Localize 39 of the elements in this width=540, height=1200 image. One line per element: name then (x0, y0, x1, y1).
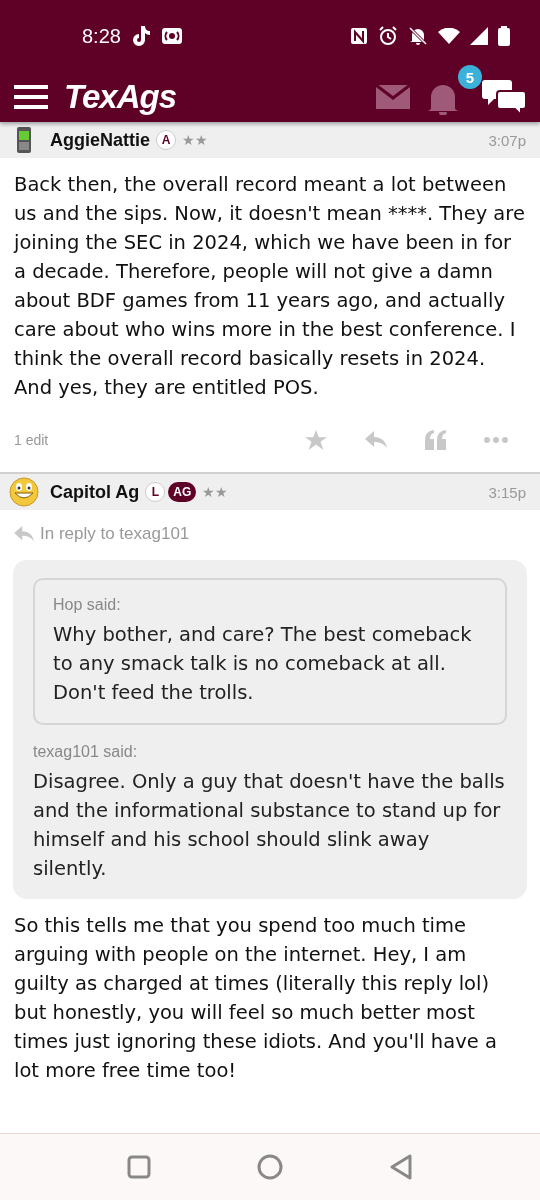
battery-icon (498, 26, 510, 46)
post-text: So this tells me that you spend too much time arguing with people on the internet. Hey, I am guilty as charged at times (literally this reply lol) but honestly, you will feel so much better most times just ignoring these idiots. And you'll have a lot more free time too! (14, 913, 498, 1084)
user-badge: L (145, 482, 166, 502)
menu-icon[interactable] (14, 84, 48, 110)
more-icon[interactable] (484, 437, 508, 443)
home-icon[interactable] (257, 1154, 283, 1180)
nfc-icon (350, 27, 368, 45)
recents-icon[interactable] (127, 1155, 151, 1179)
mail-icon[interactable] (376, 85, 410, 109)
alarm-icon (378, 26, 398, 46)
star-icon[interactable] (305, 429, 327, 451)
reply-icon[interactable] (365, 431, 387, 449)
author-name[interactable]: Capitol Ag (50, 481, 140, 503)
logo[interactable]: TexAgs (64, 78, 176, 116)
quote-icon[interactable] (425, 430, 447, 450)
wifi-icon (438, 28, 460, 44)
user-badge: AG (168, 482, 197, 502)
back-icon[interactable] (389, 1154, 413, 1180)
cast-icon (160, 27, 183, 45)
post-time: 3:15p (488, 483, 526, 501)
music-note-icon (130, 25, 151, 47)
phone-icon (15, 127, 33, 153)
user-badge: A (156, 130, 176, 150)
post-text: Back then, the overall record meant a lot between us and the sips. Now, it doesn't mean ****. They are joining the SEC in 2024, which we have been in for a decade. Therefore, people will not give a damn about BDF games from 11 years ago, and actually care about who wins more in the best conference. I think the overall record basically resets in 2024. And yes, they are entitled POS. (14, 172, 526, 401)
quote-text: Disagree. Only a guy that doesn't have the balls and the informational substance to stand up for himself and his school should slink away silently. (33, 769, 506, 882)
quote-author: Hop said: (53, 596, 122, 614)
rank-stars: ★★ (182, 132, 208, 148)
status-time: 8:28 (82, 24, 121, 48)
post-time: 3:07p (488, 131, 526, 149)
author-name[interactable]: AggieNattie (50, 129, 150, 151)
quote-author: texag101 said: (33, 743, 139, 761)
reply-icon (14, 526, 34, 542)
bell-off-icon (408, 26, 428, 46)
rank-stars: ★★ (202, 484, 229, 500)
quote-text: Why bother, and care? The best comeback to any smack talk is no comeback at all. Don't feed the trolls. (53, 622, 473, 706)
chat-bubbles-icon[interactable] (482, 79, 526, 115)
notification-count: 5 (458, 65, 482, 89)
signal-icon (470, 27, 488, 45)
smiley-icon (9, 477, 39, 507)
